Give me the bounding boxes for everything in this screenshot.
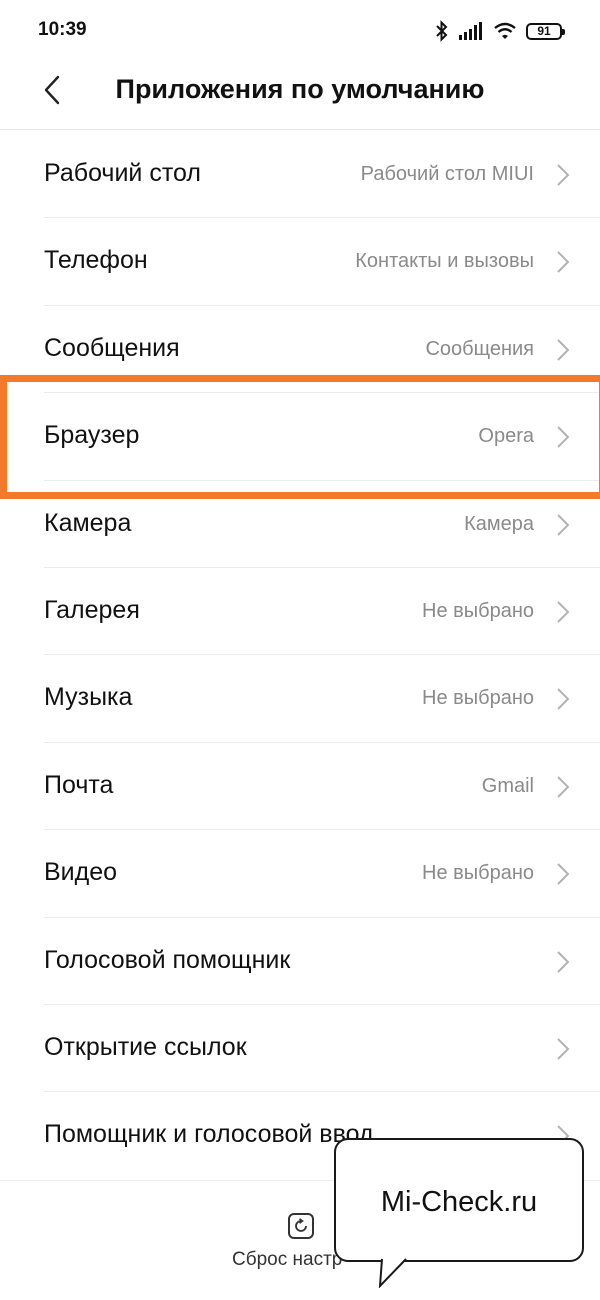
item-value: Не выбрано (422, 599, 534, 622)
item-label: Открытие ссылок (44, 1032, 247, 1061)
page-title: Приложения по умолчанию (115, 74, 485, 104)
chevron-right-icon (557, 251, 570, 274)
chevron-right-icon (557, 513, 570, 536)
item-value: Gmail (481, 774, 534, 797)
highlight-frame (0, 375, 600, 499)
item-label: Телефон (44, 246, 148, 275)
status-icons: 91 (435, 18, 565, 44)
item-label: Камера (44, 508, 132, 537)
item-value: Рабочий стол MIUI (360, 163, 534, 185)
chevron-right-icon (557, 950, 570, 973)
item-label: Рабочий стол (44, 159, 201, 187)
item-label: Сообщения (44, 333, 180, 362)
item-label: Музыка (44, 683, 133, 712)
list-item-mail[interactable]: Почта Gmail (0, 743, 600, 831)
chevron-right-icon (557, 601, 570, 623)
header: Приложения по умолчанию (0, 62, 600, 130)
watermark-text: Mi-Check.ru (380, 1186, 538, 1218)
reset-label: Сброс настр (232, 1249, 343, 1270)
chevron-right-icon (557, 776, 570, 798)
list-item-desktop[interactable]: Рабочий стол Рабочий стол MIUI (0, 131, 600, 219)
status-time: 10:39 (38, 19, 87, 40)
item-label: Почта (44, 770, 114, 799)
item-value: Сообщения (425, 337, 534, 360)
bluetooth-icon (435, 20, 449, 42)
signal-icon (458, 21, 484, 41)
bubble-tail (378, 1258, 407, 1288)
chevron-right-icon (557, 863, 570, 885)
list-item-open-links[interactable]: Открытие ссылок (0, 1005, 600, 1093)
item-label: Голосовой помощник (44, 945, 291, 974)
battery-icon: 91 (526, 22, 565, 40)
item-value: Камера (464, 512, 534, 535)
list-item-music[interactable]: Музыка Не выбрано (0, 655, 600, 744)
item-label: Галерея (44, 595, 140, 624)
reset-icon (288, 1213, 314, 1239)
item-value: Не выбрано (422, 862, 534, 885)
list-item-phone[interactable]: Телефон Контакты и вызовы (0, 218, 600, 307)
item-label: Видео (44, 858, 118, 887)
item-label: Помощник и голосовой ввод (44, 1120, 374, 1149)
status-bar: 10:39 91 (0, 0, 600, 62)
chevron-right-icon (557, 164, 570, 186)
screen: 10:39 91 Приложения по умолчанию Рабочий… (0, 0, 600, 1300)
default-apps-list: Рабочий стол Рабочий стол MIUI Телефон К… (0, 131, 600, 1180)
watermark-bubble: Mi-Check.ru (334, 1138, 584, 1262)
item-value: Контакты и вызовы (355, 250, 534, 273)
list-item-video[interactable]: Видео Не выбрано (0, 830, 600, 918)
list-item-voice-assistant[interactable]: Голосовой помощник (0, 918, 600, 1006)
chevron-right-icon (557, 688, 570, 711)
item-value: Не выбрано (422, 687, 534, 710)
wifi-icon (493, 22, 517, 40)
list-item-gallery[interactable]: Галерея Не выбрано (0, 568, 600, 656)
chevron-right-icon (557, 1038, 570, 1060)
chevron-right-icon (557, 339, 570, 361)
